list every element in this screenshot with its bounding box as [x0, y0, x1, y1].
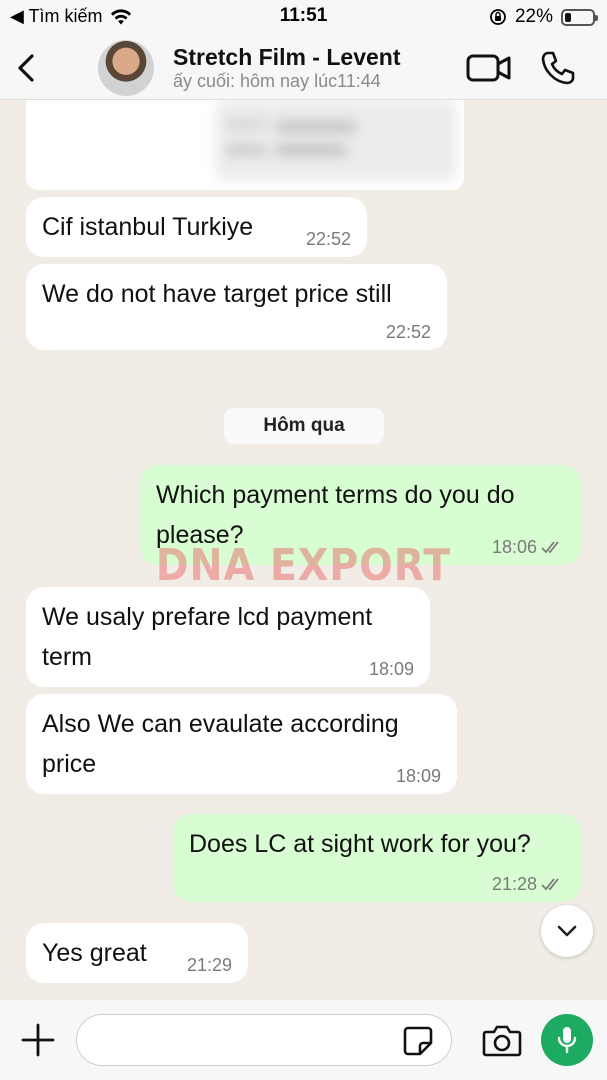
message-time-text: 21:29: [186, 955, 232, 975]
message-time-text: 22:52: [305, 229, 351, 249]
message-bubble[interactable]: Yes great 21:29: [26, 923, 248, 983]
chat-message-area[interactable]: Cif istanbul Turkiye 22:52 We do not hav…: [0, 100, 607, 1005]
message-text: Which payment terms do you do please?: [156, 481, 515, 549]
double-check-icon: [541, 878, 559, 891]
message-text: Does LC at sight work for you?: [189, 830, 531, 858]
message-time: 21:28: [492, 874, 565, 894]
message-bubble[interactable]: We do not have target price still 22:52: [26, 264, 447, 350]
message-input[interactable]: [76, 1014, 452, 1066]
contact-name[interactable]: Stretch Film - Levent: [173, 44, 400, 71]
message-time-text: 22:52: [385, 322, 431, 342]
message-text: Also We can evaulate according price: [42, 710, 399, 778]
message-bubble[interactable]: We usaly prefare lcd payment term 18:09: [26, 587, 430, 687]
video-call-icon[interactable]: [466, 52, 512, 84]
message-time: 18:09: [369, 659, 414, 679]
orientation-lock-icon: [490, 9, 506, 25]
message-time: 22:52: [386, 322, 431, 342]
message-text: We do not have target price still: [42, 280, 392, 308]
blurred-image-content: [216, 100, 456, 180]
message-input-bar: [0, 1000, 607, 1080]
sticker-icon[interactable]: [402, 1025, 434, 1057]
message-text: Yes great: [42, 939, 147, 967]
microphone-icon: [557, 1027, 577, 1054]
phone-call-icon[interactable]: [540, 50, 576, 86]
message-bubble[interactable]: Cif istanbul Turkiye 22:52: [26, 197, 367, 257]
plus-icon[interactable]: [20, 1022, 56, 1058]
message-time: 22:52: [306, 229, 351, 249]
camera-icon[interactable]: [482, 1022, 522, 1058]
last-seen-status[interactable]: ấy cuối: hôm nay lúc11:44: [173, 71, 381, 92]
date-separator: Hôm qua: [224, 408, 384, 444]
message-time: 21:29: [187, 955, 232, 975]
blurred-image-message[interactable]: [26, 100, 464, 190]
battery-percent: 22%: [514, 6, 553, 27]
message-text: Cif istanbul Turkiye: [42, 213, 254, 241]
microphone-button[interactable]: [541, 1014, 593, 1066]
message-time-text: 21:28: [491, 874, 537, 894]
message-bubble[interactable]: Does LC at sight work for you? 21:28: [173, 814, 581, 902]
message-bubble[interactable]: Also We can evaulate according price 18:…: [26, 694, 457, 794]
battery-fill: [565, 12, 571, 22]
message-time-text: 18:09: [368, 659, 414, 679]
battery-icon: [561, 8, 598, 26]
chat-header: Stretch Film - Levent ấy cuối: hôm nay l…: [0, 34, 607, 100]
message-time-text: 18:09: [395, 766, 441, 786]
message-text: We usaly prefare lcd payment term: [42, 603, 373, 671]
chevron-down-icon: [557, 925, 577, 937]
message-time: 18:09: [396, 766, 441, 786]
status-right: 22%: [489, 6, 598, 28]
scroll-to-bottom-button[interactable]: [541, 905, 593, 957]
back-arrow-icon[interactable]: [12, 48, 42, 88]
status-bar: ◀ Tìm kiếm 11:51 22%: [0, 0, 607, 34]
watermark-text: DNA EXPORT: [155, 540, 452, 591]
contact-avatar[interactable]: [98, 40, 154, 96]
